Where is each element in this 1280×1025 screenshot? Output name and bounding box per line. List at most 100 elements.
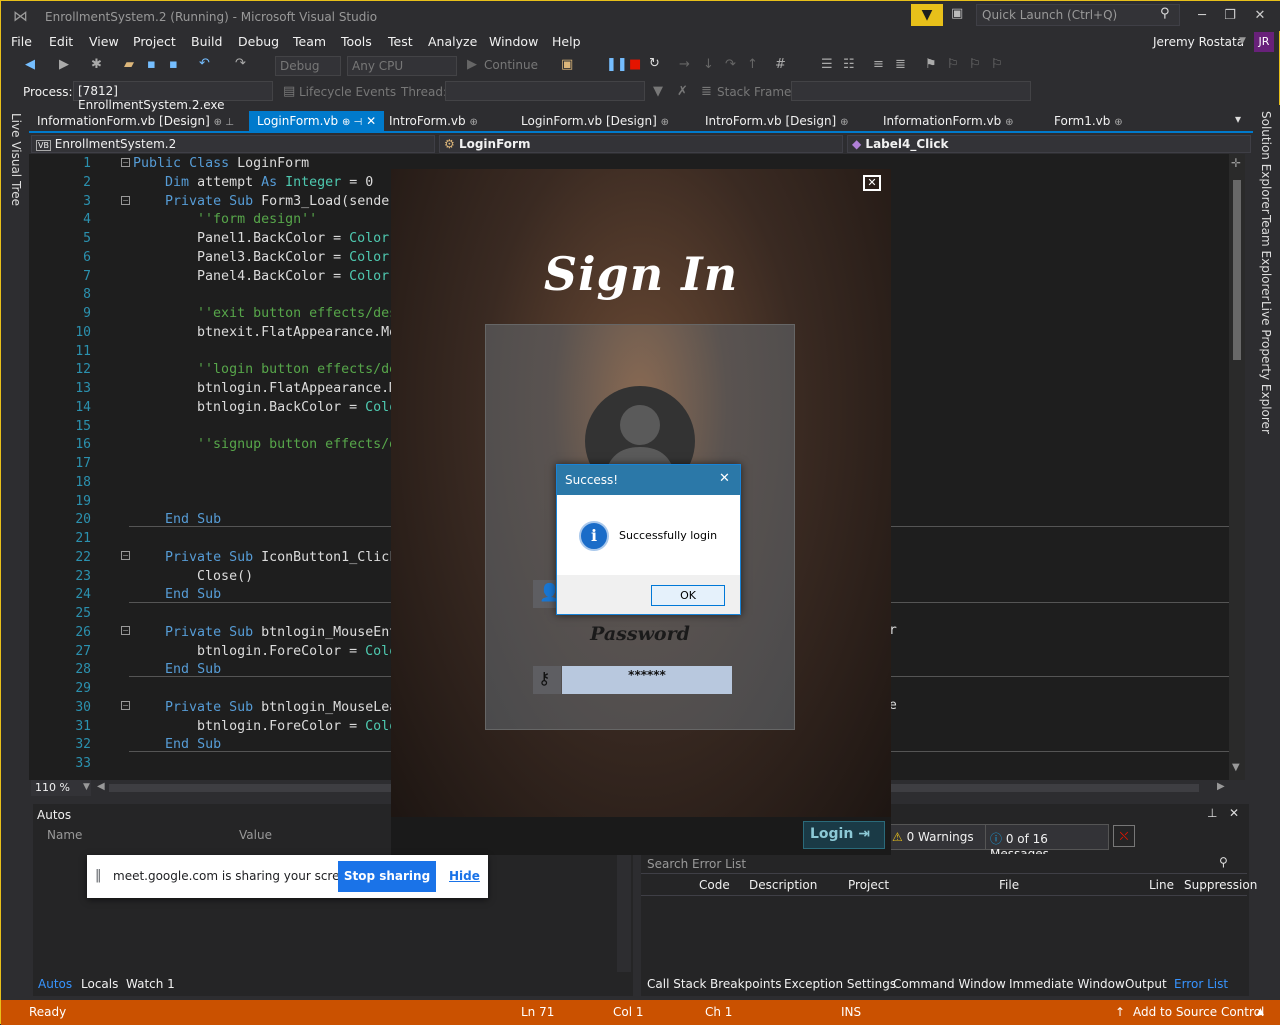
col-code[interactable]: Code: [699, 878, 730, 892]
stack-frame-select[interactable]: [791, 81, 1031, 101]
menu-window[interactable]: Window: [489, 34, 538, 49]
menu-view[interactable]: View: [89, 34, 119, 49]
avatar[interactable]: JR: [1254, 32, 1274, 52]
step-over-icon[interactable]: ↷: [725, 57, 736, 72]
close-form-button[interactable]: ✕: [863, 175, 881, 191]
warnings-filter[interactable]: ⚠ 0 Warnings: [887, 824, 987, 850]
search-icon[interactable]: ⚲: [1219, 855, 1228, 869]
outdent-icon[interactable]: ≣: [895, 57, 906, 72]
continue-button[interactable]: Continue: [484, 58, 538, 72]
tab-loginform-design[interactable]: LoginForm.vb [Design] ⊕: [513, 111, 677, 132]
col-line[interactable]: Line: [1149, 878, 1174, 892]
collapse-icon[interactable]: −: [121, 158, 130, 167]
config-select[interactable]: Debug: [275, 56, 341, 76]
tab-informationform-design[interactable]: InformationForm.vb [Design] ⊕ ⊥: [29, 111, 242, 132]
step-out-icon[interactable]: ↑: [747, 57, 758, 72]
prev-bookmark-icon[interactable]: ⚐: [947, 57, 959, 72]
feedback-icon[interactable]: ▣: [951, 6, 963, 21]
open-folder-icon[interactable]: ▰: [124, 57, 134, 72]
attach-process-icon[interactable]: ▣: [561, 57, 573, 72]
redo-icon[interactable]: ↷: [235, 56, 246, 71]
scroll-left-icon[interactable]: ◀: [97, 781, 105, 792]
split-icon[interactable]: ✛: [1231, 156, 1241, 170]
error-search-input[interactable]: Search Error List: [647, 857, 746, 871]
collapse-icon[interactable]: −: [121, 701, 130, 710]
uncomment-icon[interactable]: ☷: [843, 57, 855, 72]
scroll-right-icon[interactable]: ▶: [1217, 781, 1225, 792]
user-dropdown-icon[interactable]: ▼: [1239, 36, 1246, 46]
hide-link[interactable]: Hide: [449, 869, 480, 883]
new-project-icon[interactable]: ✱: [91, 57, 102, 72]
solution-explorer-tab[interactable]: Solution Explorer: [1259, 111, 1273, 214]
live-property-explorer-tab[interactable]: Live Property Explorer: [1259, 301, 1273, 434]
password-field[interactable]: ******: [562, 666, 732, 694]
vertical-scrollbar[interactable]: ✛ ▼: [1229, 154, 1245, 780]
clear-bookmarks-icon[interactable]: ⚐: [991, 57, 1003, 72]
process-select[interactable]: [7812] EnrollmentSystem.2.exe: [73, 81, 273, 112]
tab-form1-code[interactable]: Form1.vb ⊕: [1046, 111, 1131, 132]
collapse-icon[interactable]: −: [121, 626, 130, 635]
live-visual-tree-tab[interactable]: Live Visual Tree: [9, 113, 23, 206]
show-threads-icon[interactable]: ✗: [677, 84, 688, 99]
platform-select[interactable]: Any CPU: [347, 56, 457, 76]
tab-error-list[interactable]: Error List: [1174, 977, 1228, 991]
step-into-icon[interactable]: ↓: [703, 57, 714, 72]
quick-launch-input[interactable]: Quick Launch (Ctrl+Q): [982, 8, 1117, 22]
tab-introform-code[interactable]: IntroForm.vb ⊕: [381, 111, 486, 132]
menu-project[interactable]: Project: [133, 34, 176, 49]
collapse-icon[interactable]: −: [121, 551, 130, 560]
upload-icon[interactable]: ↑: [1115, 1005, 1125, 1019]
indent-icon[interactable]: ≡: [873, 57, 884, 72]
break-all-icon[interactable]: ❚❚: [606, 57, 628, 72]
col-suppression[interactable]: Suppression: [1184, 878, 1257, 892]
col-project[interactable]: Project: [848, 878, 889, 892]
tab-exception-settings[interactable]: Exception Settings: [784, 977, 896, 991]
thread-select[interactable]: [445, 81, 645, 101]
restart-icon[interactable]: ↻: [649, 56, 660, 71]
filter-notification-icon[interactable]: ▼: [911, 4, 943, 26]
login-button[interactable]: Login ⇥: [803, 821, 885, 849]
messages-filter[interactable]: ⓘ 0 of 16 Messages: [985, 824, 1109, 861]
menu-tools[interactable]: Tools: [341, 34, 372, 49]
stop-debugging-icon[interactable]: ■: [629, 57, 641, 72]
menu-test[interactable]: Test: [388, 34, 413, 49]
tab-call-stack[interactable]: Call Stack: [647, 977, 706, 991]
hex-display-icon[interactable]: #: [775, 57, 786, 72]
restore-button[interactable]: ❐: [1215, 5, 1245, 27]
collapse-icon[interactable]: −: [121, 196, 130, 205]
tab-loginform-code[interactable]: LoginForm.vb ⊕ ⊣ ✕: [249, 111, 385, 132]
autos-col-value[interactable]: Value: [239, 828, 272, 842]
menu-help[interactable]: Help: [552, 34, 581, 49]
col-description[interactable]: Description: [749, 878, 817, 892]
scrollbar-thumb[interactable]: [1233, 180, 1241, 360]
tab-autos[interactable]: Autos: [38, 977, 72, 991]
tab-introform-design[interactable]: IntroForm.vb [Design] ⊕: [697, 111, 856, 132]
show-next-statement-icon[interactable]: →: [679, 57, 690, 72]
comment-icon[interactable]: ☰: [821, 57, 833, 72]
close-window-button[interactable]: ✕: [1245, 5, 1275, 27]
close-panel-icon[interactable]: ✕: [1229, 806, 1239, 820]
search-icon[interactable]: ⚲: [1160, 6, 1170, 21]
tab-locals[interactable]: Locals: [81, 977, 118, 991]
bookmark-icon[interactable]: ⚑: [925, 57, 937, 72]
class-select[interactable]: ⚙ LoginForm: [439, 135, 843, 153]
autos-col-name[interactable]: Name: [47, 828, 82, 842]
col-file[interactable]: File: [999, 878, 1019, 892]
back-icon[interactable]: ◀: [25, 57, 35, 72]
user-name[interactable]: Jeremy Rostata: [1153, 35, 1244, 49]
scroll-down-icon[interactable]: ▼: [1232, 762, 1240, 773]
member-select[interactable]: ◆ Label4_Click: [847, 135, 1251, 153]
tab-breakpoints[interactable]: Breakpoints: [710, 977, 781, 991]
pin-panel-icon[interactable]: ⊥: [1207, 806, 1217, 820]
menu-build[interactable]: Build: [191, 34, 222, 49]
add-to-source-control[interactable]: Add to Source Control: [1133, 1005, 1264, 1019]
close-dialog-icon[interactable]: ✕: [719, 471, 730, 486]
source-control-up-icon[interactable]: ▲: [1257, 1007, 1264, 1017]
forward-icon[interactable]: ▶: [59, 57, 69, 72]
close-tab-icon[interactable]: ✕: [366, 114, 376, 128]
menu-team[interactable]: Team: [293, 34, 326, 49]
pin-icon[interactable]: ⊕ ⊥: [214, 117, 234, 128]
tab-overflow-icon[interactable]: ▾: [1235, 112, 1241, 126]
tab-output[interactable]: Output: [1125, 977, 1167, 991]
clear-filter-icon[interactable]: ⛌: [1113, 825, 1135, 847]
